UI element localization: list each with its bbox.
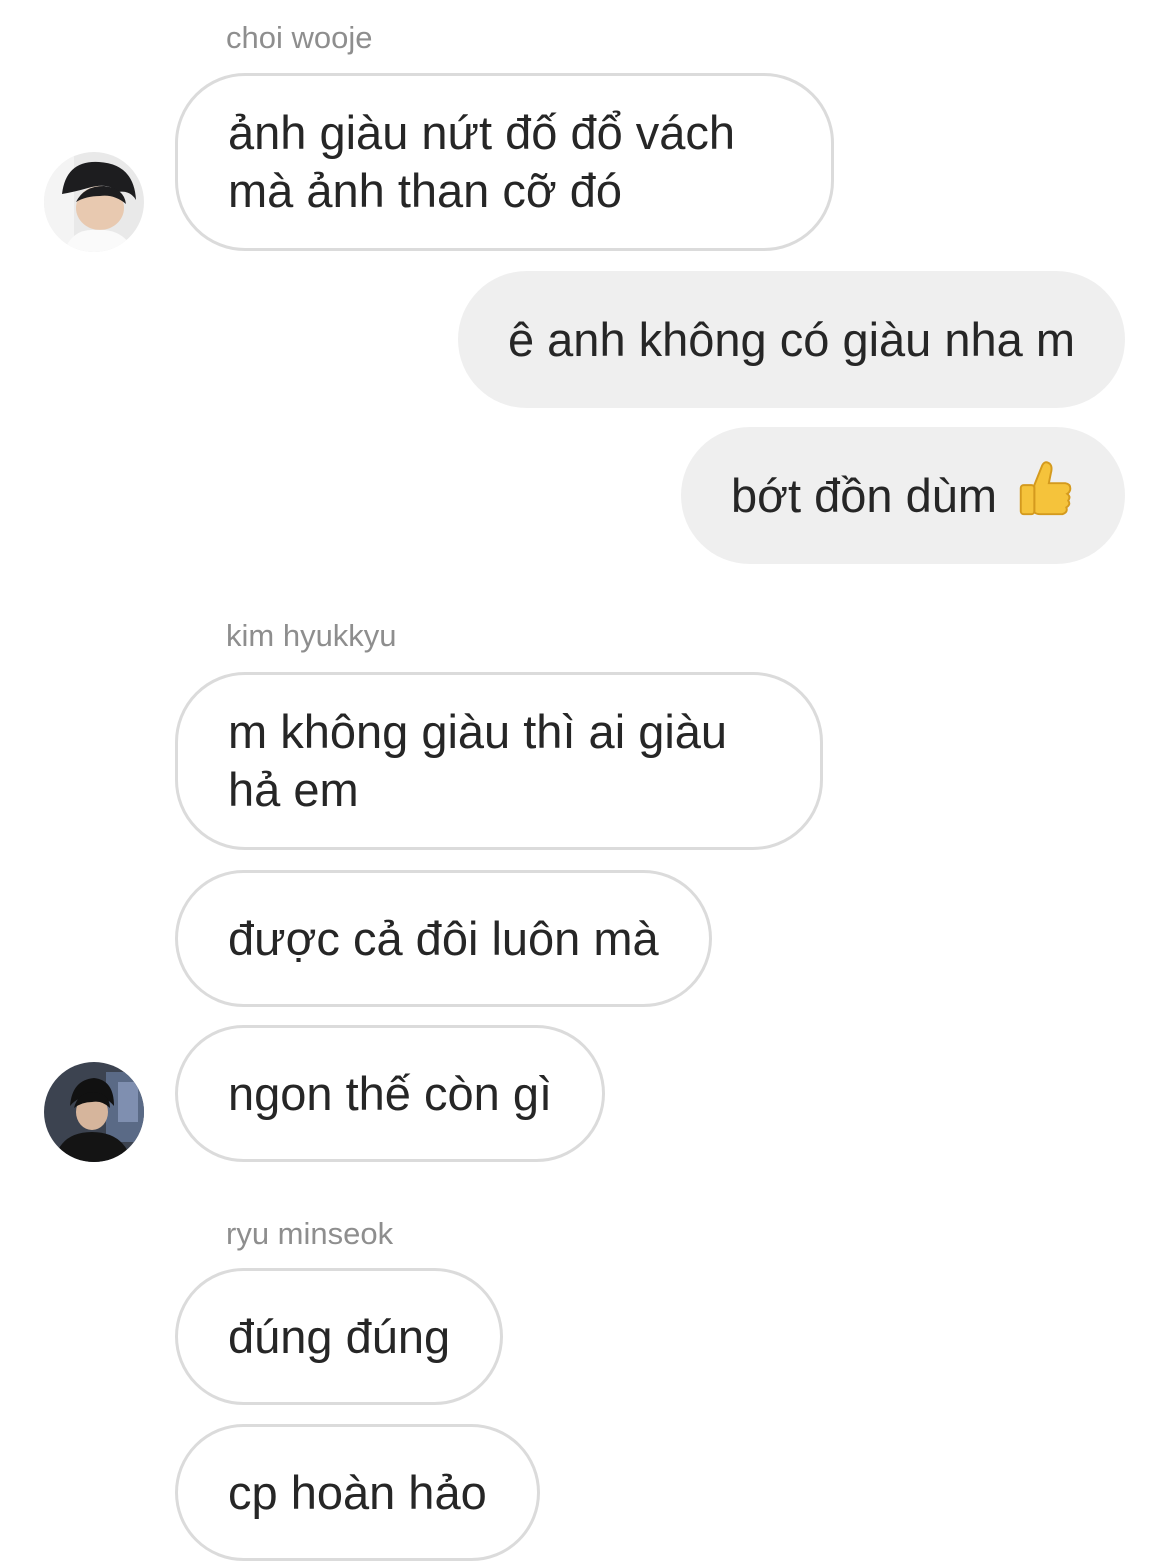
avatar-kim-hyukkyu[interactable] [44,1062,144,1162]
message-text: bớt đồn dùm [731,468,997,522]
message-bubble[interactable]: đúng đúng [175,1268,504,1405]
avatar-photo-icon [44,1062,144,1162]
avatar-photo-icon [44,152,144,252]
message-bubble[interactable]: ngon thế còn gì [175,1025,606,1162]
message-bubble[interactable]: m không giàu thì ai giàu hả em [175,672,823,850]
sender-name-choi-wooje: choi wooje [226,20,373,55]
message-text: ảnh giàu nứt đố đổ vách mà ảnh than cỡ đ… [228,106,736,217]
avatar-choi-wooje[interactable] [44,152,144,252]
message-text: đúng đúng [228,1309,451,1363]
message-text: ngon thế còn gì [228,1066,553,1120]
message-bubble-outgoing[interactable]: ê anh không có giàu nha m [457,271,1125,408]
sender-name-ryu-minseok: ryu minseok [226,1216,394,1251]
message-bubble[interactable]: cp hoàn hảo [175,1424,540,1561]
message-text: ê anh không có giàu nha m [507,312,1075,366]
thumbs-up-icon [1013,458,1075,533]
sender-name-kim-hyukkyu: kim hyukkyu [226,618,397,653]
message-text: được cả đôi luôn mà [228,911,659,965]
message-bubble[interactable]: ảnh giàu nứt đố đổ vách mà ảnh than cỡ đ… [175,73,834,251]
message-text: m không giàu thì ai giàu hả em [228,705,728,816]
message-bubble-outgoing[interactable]: bớt đồn dùm [681,427,1125,564]
message-bubble[interactable]: được cả đôi luôn mà [175,870,712,1007]
message-text: cp hoàn hảo [228,1465,487,1519]
